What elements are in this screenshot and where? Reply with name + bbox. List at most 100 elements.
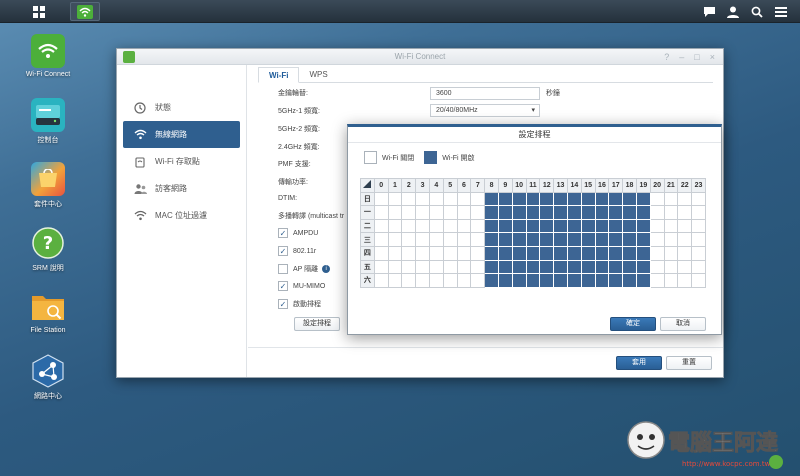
schedule-cell-on[interactable] [525,205,541,220]
schedule-cell-off[interactable] [677,205,693,220]
schedule-cell-off[interactable] [456,232,472,247]
schedule-cell-on[interactable] [635,232,651,247]
day-header[interactable]: 一 [360,205,375,220]
schedule-cell-on[interactable] [622,259,637,275]
schedule-cell-on[interactable] [525,232,541,247]
hour-header[interactable]: 10 [511,178,527,193]
schedule-cell-off[interactable] [456,191,472,207]
schedule-cell-off[interactable] [387,205,403,220]
schedule-cell-on[interactable] [511,245,527,261]
set-schedule-button[interactable]: 設定排程 [294,317,340,331]
schedule-cell-on[interactable] [580,259,596,275]
schedule-cell-on[interactable] [484,191,499,207]
schedule-cell-off[interactable] [442,259,458,275]
schedule-cell-off[interactable] [387,245,403,261]
schedule-cell-on[interactable] [635,218,651,234]
group-key-input[interactable]: 3600 [430,87,540,100]
schedule-cell-on[interactable] [553,191,568,207]
schedule-cell-off[interactable] [428,245,444,261]
day-header[interactable]: 日 [360,191,375,207]
hour-header[interactable]: 19 [635,178,651,193]
hour-header[interactable]: 5 [442,178,458,193]
schedule-cell-off[interactable] [649,245,665,261]
schedule-cell-on[interactable] [594,259,610,275]
desktop-icon-file-station[interactable]: File Station [13,290,83,334]
reset-button[interactable]: 重置 [666,356,712,370]
schedule-cell-off[interactable] [401,232,417,247]
schedule-cell-on[interactable] [608,191,624,207]
schedule-cell-off[interactable] [387,273,403,288]
schedule-cell-on[interactable] [553,232,568,247]
hour-header[interactable]: 13 [553,178,568,193]
schedule-cell-on[interactable] [511,259,527,275]
tab-wps[interactable]: WPS [299,67,337,82]
ampdu-checkbox[interactable]: ✓ AMPDU [278,228,318,238]
schedule-cell-off[interactable] [442,205,458,220]
sidebar-item-guest-network[interactable]: 訪客網路 [123,175,240,202]
schedule-cell-off[interactable] [470,273,486,288]
schedule-cell-on[interactable] [539,273,555,288]
schedule-cell-on[interactable] [484,205,499,220]
schedule-cell-on[interactable] [635,259,651,275]
schedule-cell-on[interactable] [484,259,499,275]
schedule-cell-off[interactable] [649,259,665,275]
hour-header[interactable]: 4 [428,178,444,193]
info-icon[interactable]: i [322,265,331,273]
schedule-cell-off[interactable] [691,218,706,234]
schedule-cell-off[interactable] [401,273,417,288]
hour-header[interactable]: 21 [663,178,679,193]
schedule-cell-off[interactable] [415,218,430,234]
desktop-icon-wifi-connect[interactable]: Wi-Fi Connect [13,34,83,78]
schedule-cell-off[interactable] [470,245,486,261]
schedule-cell-on[interactable] [484,273,499,288]
schedule-cell-off[interactable] [691,259,706,275]
schedule-cell-on[interactable] [511,191,527,207]
day-header[interactable]: 二 [360,218,375,234]
schedule-cell-off[interactable] [442,232,458,247]
schedule-cell-off[interactable] [470,259,486,275]
schedule-cell-off[interactable] [387,218,403,234]
hour-header[interactable]: 20 [649,178,665,193]
schedule-cell-on[interactable] [580,218,596,234]
schedule-cell-off[interactable] [470,205,486,220]
schedule-cell-on[interactable] [497,259,513,275]
schedule-cell-off[interactable] [442,245,458,261]
schedule-cell-off[interactable] [401,218,417,234]
desktop-icon-package-center[interactable]: 套件中心 [13,162,83,209]
main-menu-button[interactable] [28,2,50,21]
schedule-cell-off[interactable] [442,218,458,234]
schedule-cell-on[interactable] [511,273,527,288]
hour-header[interactable]: 9 [497,178,513,193]
apply-button[interactable]: 套用 [616,356,662,370]
schedule-cell-off[interactable] [691,205,706,220]
schedule-cell-on[interactable] [594,232,610,247]
hour-header[interactable]: 0 [373,178,389,193]
schedule-cell-on[interactable] [497,232,513,247]
schedule-cell-on[interactable] [553,205,568,220]
schedule-cell-off[interactable] [373,245,389,261]
schedule-cell-on[interactable] [580,232,596,247]
schedule-cell-on[interactable] [608,218,624,234]
schedule-cell-off[interactable] [649,232,665,247]
schedule-cell-on[interactable] [580,273,596,288]
schedule-cell-on[interactable] [622,273,637,288]
day-header[interactable]: 五 [360,259,375,275]
schedule-cell-off[interactable] [415,205,430,220]
taskbar-wifi-connect-button[interactable] [70,2,100,21]
schedule-cell-on[interactable] [525,218,541,234]
schedule-cell-on[interactable] [553,245,568,261]
schedule-cell-off[interactable] [387,191,403,207]
schedule-cell-on[interactable] [622,191,637,207]
schedule-cell-off[interactable] [401,191,417,207]
80211r-checkbox[interactable]: ✓ 802.11r [278,246,316,256]
search-button[interactable] [748,3,766,20]
schedule-cell-on[interactable] [539,191,555,207]
hour-header[interactable]: 3 [415,178,430,193]
schedule-cell-on[interactable] [594,218,610,234]
schedule-grid[interactable]: 0 1 2 3 4 5 6 7 8 9 10 11 12 13 14 15 16 17 18 19 20 21 22 23 日一… [360,178,706,288]
hour-header[interactable]: 8 [484,178,499,193]
chat-button[interactable] [700,3,718,20]
schedule-cell-off[interactable] [677,259,693,275]
schedule-cell-off[interactable] [415,191,430,207]
schedule-cell-off[interactable] [663,205,679,220]
